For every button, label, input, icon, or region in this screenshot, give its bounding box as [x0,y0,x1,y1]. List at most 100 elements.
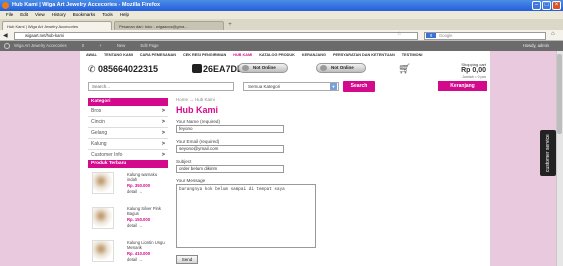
browser-search-input[interactable]: Google [424,31,546,40]
toolbar-plus[interactable]: + [99,43,101,48]
chevron-right-icon: > [161,141,165,147]
tab-bar: Hub Kami | Wiga Art Jewelry Accecories P… [0,19,563,30]
sidebar-item-bros[interactable]: Bros > [88,106,168,117]
window-controls: – □ × [532,1,561,10]
product-image[interactable] [92,207,114,229]
chevron-right-icon: > [161,152,165,158]
customer-service-tab[interactable]: customer service [540,130,556,176]
send-button[interactable]: Send [176,255,198,264]
chevron-right-icon: > [161,119,165,125]
nav-persyaratan[interactable]: PERSYARATAN DAN KETENTUAN [333,51,395,59]
maximize-icon[interactable]: □ [542,1,551,10]
chevron-right-icon: > [161,108,165,114]
sidebar-item-cincin[interactable]: Cincin > [88,117,168,128]
ym-status-1: Not Online [253,65,276,70]
messenger-icon [320,65,327,71]
toolbar-comments[interactable]: 0 [82,43,84,48]
nav-cara-pemesanan[interactable]: CARA PEMESANAN [140,51,176,59]
search-button[interactable]: Search [343,81,375,92]
nav-awal[interactable]: AWAL [86,51,97,59]
window-titlebar: Hub Kami | Wiga Art Jewelry Accecories -… [0,0,563,11]
nav-testimoni[interactable]: TESTIMONI [402,51,423,59]
toolbar-site[interactable]: Wiga Art Jewelry Accecories [14,43,67,48]
product-detail-link[interactable]: detail → [127,223,142,228]
main-nav: AWAL TENTANG KAMI CARA PEMESANAN CEK RES… [80,51,490,59]
menu-history[interactable]: History [52,11,66,19]
nav-tentang-kami[interactable]: TENTANG KAMI [104,51,133,59]
sidebar-item-label: Gelang [91,130,108,136]
nav-hub-kami[interactable]: HUB KAMI [233,51,252,59]
bookmark-star-icon[interactable]: ☆ [397,31,401,37]
toolbar-new[interactable]: New [117,43,125,48]
menu-bar: File Edit View History Bookmarks Tools H… [0,11,563,19]
name-field[interactable]: feyono [176,125,284,133]
keranjang-button[interactable]: Keranjang [438,81,487,91]
home-icon[interactable]: ⌂ [551,31,555,37]
ym-status-2: Not Online [331,65,354,70]
google-icon: g [426,32,436,38]
nav-katalog[interactable]: KATALOG PRODUK [259,51,295,59]
back-icon[interactable]: ◀ [3,32,8,39]
sidebar-item-label: Bros [91,108,102,114]
latest-products-heading: Produk Terbaru [88,160,168,168]
cart-icon[interactable]: 🛒︎ [398,64,411,75]
menu-help[interactable]: Help [120,11,129,19]
sidebar-item-kalung[interactable]: Kalung > [88,139,168,150]
ym-status-button-2[interactable]: Not Online [316,63,366,73]
wordpress-icon[interactable] [4,43,10,49]
sidebar-item-label: Kalung [91,141,107,147]
new-tab-icon[interactable]: + [226,22,234,30]
menu-bookmarks[interactable]: Bookmarks [73,11,96,19]
message-field[interactable]: barangnya kok belum sampai di tempat say… [176,184,316,248]
ym-status-button-1[interactable]: Not Online [238,63,288,73]
toolbar-greeting[interactable]: Howdy, admin [523,41,549,51]
close-icon[interactable]: × [552,1,561,10]
navigation-bar: ◀ wigaart.net/hub-kami ☆ Google g ⌂ [0,30,563,41]
nav-keranjang[interactable]: KERANJANG [302,51,326,59]
contact-phone: 085664022315 [98,64,159,74]
cart-amount: Rp 0,00 [461,67,486,74]
page-title: Hub Kami [176,105,219,115]
product-price: Rp. 350.000 [127,183,151,188]
category-heading: Kategori [88,98,168,106]
menu-edit[interactable]: Edit [20,11,28,19]
product-detail-link[interactable]: detail → [127,189,142,194]
address-bar[interactable]: wigaart.net/hub-kami [14,31,418,40]
chevron-down-icon[interactable]: ▼ [330,83,337,90]
product-price: Rp. 150.000 [127,217,151,222]
menu-view[interactable]: View [35,11,45,19]
messenger-icon [242,65,249,71]
nav-cek-resi[interactable]: CEK RESI PENGIRIMAN [183,51,226,59]
sidebar-item-gelang[interactable]: Gelang > [88,128,168,139]
cart-items: Jumlah = 0 pcs [462,75,486,79]
bbm-icon [192,64,202,73]
scrollbar-thumb[interactable] [557,54,562,134]
tab-pesanan[interactable]: Pesanan dari: toko - wigaaccs@gma... [114,21,224,30]
subject-field[interactable]: order belum dikirim [176,165,284,173]
site-search-input[interactable]: Search... [88,82,234,91]
menu-tools[interactable]: Tools [102,11,113,19]
sidebar-item-label: Cincin [91,119,105,125]
phone-icon: ✆ [88,64,96,74]
subject-label: Subject [176,159,192,164]
firefox-icon [2,2,9,9]
chevron-right-icon: > [161,130,165,136]
email-field[interactable]: seyono@ymail.com [176,145,284,153]
product-price: Rp. 410.000 [127,251,151,256]
admin-toolbar: Wiga Art Jewelry Accecories 0 + New Edit… [0,41,563,51]
menu-file[interactable]: File [6,11,13,19]
product-image[interactable] [92,172,114,194]
minimize-icon[interactable]: – [532,1,541,10]
breadcrumb[interactable]: Home → Hub Kami [176,97,215,102]
product-detail-link[interactable]: detail → [127,257,142,262]
name-label: Your Name (required) [176,119,221,124]
tab-hub-kami[interactable]: Hub Kami | Wiga Art Jewelry Accecories [2,21,112,30]
category-select[interactable]: Semua Kategori [243,82,339,91]
product-name[interactable]: Kalung Silver Pink Bagus [127,206,167,216]
product-name[interactable]: Kalung Liontin Ungu Menarik [127,240,167,250]
message-label: Your Message [176,178,206,183]
product-name[interactable]: Kalung warnaku indah [127,172,167,182]
window-title: Hub Kami | Wiga Art Jewelry Accecories -… [12,2,161,8]
product-image[interactable] [92,240,114,262]
toolbar-edit[interactable]: Edit Page [140,43,158,48]
